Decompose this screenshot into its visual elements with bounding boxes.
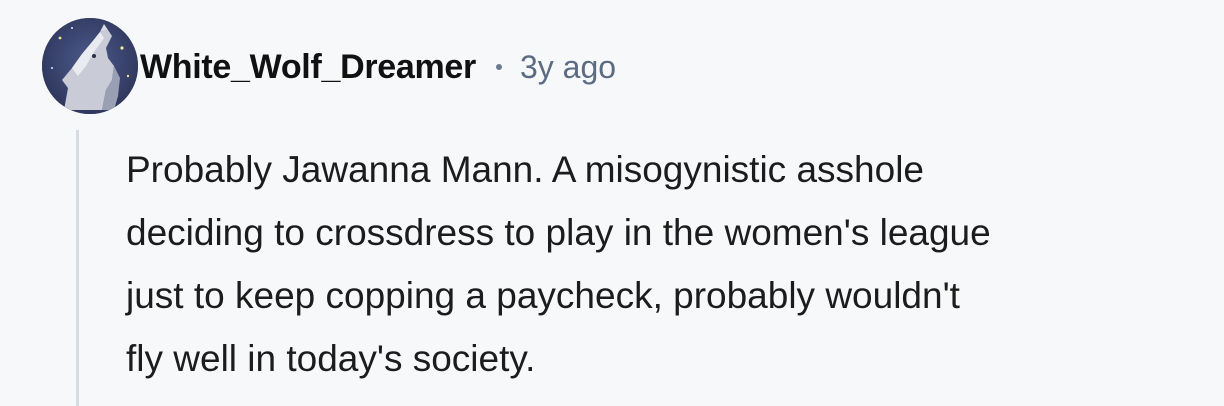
comment-body: Probably Jawanna Mann. A misogynistic as… <box>126 138 1186 390</box>
username-link[interactable]: White_Wolf_Dreamer <box>140 48 476 87</box>
comment-body-line: just to keep copping a paycheck, probabl… <box>126 275 960 316</box>
comment-body-line: deciding to crossdress to play in the wo… <box>126 212 991 253</box>
comment: White_Wolf_Dreamer 3y ago Probably Jawan… <box>0 0 1224 406</box>
user-avatar[interactable] <box>42 18 138 114</box>
comment-body-line: Probably Jawanna Mann. A misogynistic as… <box>126 149 924 190</box>
comment-meta: White_Wolf_Dreamer 3y ago <box>140 45 616 89</box>
wolf-avatar-icon <box>42 18 138 114</box>
timestamp[interactable]: 3y ago <box>520 49 616 86</box>
thread-collapse-line[interactable] <box>76 130 79 406</box>
separator-dot <box>495 64 502 70</box>
comment-body-line: fly well in today's society. <box>126 338 536 379</box>
